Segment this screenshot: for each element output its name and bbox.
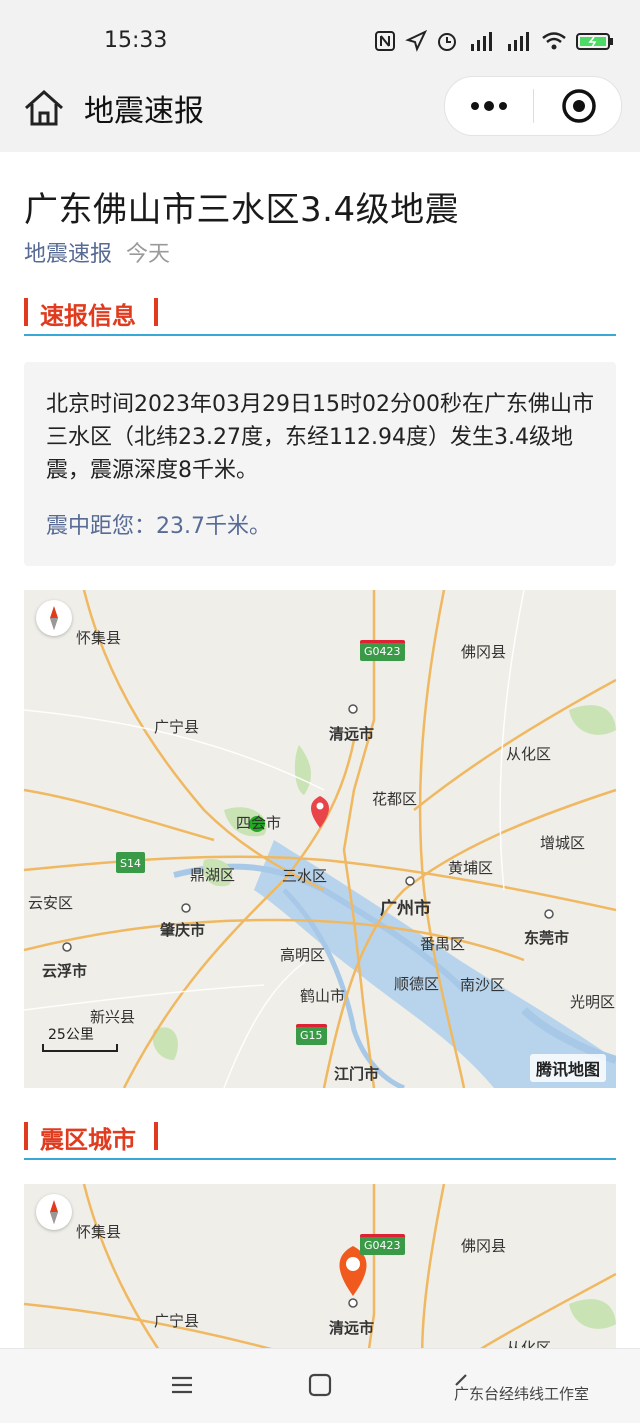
map-label-shunde: 顺德区 [394,975,440,993]
section-cities-header: 震区城市 [24,1122,616,1160]
menu-icon[interactable] [170,1373,194,1397]
home-icon[interactable] [22,86,66,130]
map2-highway-g0423: G0423 [360,1234,405,1255]
map-label-sihui: 四会市 [236,814,282,832]
signal-icon [467,30,495,52]
map-label-panyu: 番禺区 [420,935,466,953]
map-label-jiangmen: 江门市 [334,1065,380,1083]
status-icons [374,29,614,52]
square-home-icon[interactable] [308,1373,332,1397]
wifi-icon [541,30,567,52]
highway-g0423: G0423 [360,640,405,661]
section-bar-left [24,298,28,326]
article-title: 广东佛山市三水区3.4级地震 [24,190,460,230]
battery-icon [576,30,614,52]
cities-map[interactable]: 怀集县 G0423 佛冈县 广宁县 清远市 从化区 [24,1184,616,1348]
alarm-icon [436,30,458,52]
map-label-xinxing: 新兴县 [90,1008,136,1026]
status-bar: 15:33 [0,0,640,80]
watermark-text: 广东台经纬线工作室 [454,1385,590,1403]
info-distance: 震中距您：23.7千米。 [46,514,271,539]
map-label-qingyuan: 清远市 [329,725,375,743]
map-label-guangzhou: 广州市 [380,899,431,919]
map2-label-huaiji: 怀集县 [76,1223,122,1241]
signal-icon-2 [504,30,532,52]
close-miniprogram-icon[interactable] [561,88,597,124]
capsule-divider [533,89,534,123]
miniprogram-capsule [444,76,622,136]
map-label-gaoming: 高明区 [280,946,326,964]
map-label-zhaoqing: 肇庆市 [160,921,206,939]
nav-title: 地震速报 [84,94,204,129]
section-bar-right-2 [154,1122,158,1150]
map-label-sanshui: 三水区 [282,867,328,885]
map-label-guangming: 光明区 [570,993,616,1011]
epicenter-map[interactable]: 怀集县 G0423 佛冈县 广宁县 清远市 从化区 花都区 四会市 增城区 S1… [24,590,616,1088]
section-bar-right [154,298,158,326]
map2-roads [24,1184,616,1348]
article-source[interactable]: 地震速报 [24,242,112,267]
nfc-icon [374,30,396,52]
article-date: 今天 [126,242,171,267]
map2-label-qingyuan: 清远市 [329,1319,375,1337]
section-info-header: 速报信息 [24,298,616,336]
nav-bar: 地震速报 [0,76,640,152]
system-nav-bar: 广东台经纬线工作室 [0,1348,640,1423]
compass-icon-2[interactable] [36,1194,72,1230]
map2-label-guangning: 广宁县 [154,1312,200,1330]
map-label-yunfu: 云浮市 [42,962,88,980]
section-bar-left-2 [24,1122,28,1150]
map2-label-conghua: 从化区 [506,1339,552,1348]
map2-label-fogang: 佛冈县 [461,1237,507,1255]
map-label-huadu: 花都区 [372,790,418,808]
more-icon[interactable] [467,95,511,117]
map-label-nansha: 南沙区 [460,976,506,994]
map-label-dinghu: 鼎湖区 [190,866,236,884]
map-scale-label: 25公里 [48,1027,94,1043]
location-icon [405,29,428,52]
compass-icon[interactable] [36,600,72,636]
map-label-huaiji: 怀集县 [76,629,122,647]
highway-s14: S14 [116,852,145,873]
section-info-title: 速报信息 [40,302,136,330]
map-label-dongguan: 东莞市 [524,929,570,947]
map-scale-bar [42,1044,118,1052]
highway-g15: G15 [296,1024,327,1045]
map-label-heshan: 鹤山市 [300,987,346,1005]
status-time: 15:33 [104,28,168,53]
section-cities-title: 震区城市 [40,1126,136,1154]
map-label-conghua: 从化区 [506,745,552,763]
tencent-map-logo: 腾讯地图 [529,1054,606,1082]
map-label-guangning: 广宁县 [154,718,200,736]
map-label-fogang: 佛冈县 [461,643,507,661]
article-meta: 地震速报 今天 [24,236,170,268]
map-label-yunan: 云安区 [28,894,74,912]
info-box: 北京时间2023年03月29日15时02分00秒在广东佛山市三水区（北纬23.2… [24,362,616,566]
article-content: 广东佛山市三水区3.4级地震 地震速报 今天 速报信息 北京时间2023年03月2… [0,152,640,1348]
map-label-huangpu: 黄埔区 [448,859,494,877]
map-label-zengcheng: 增城区 [540,834,586,852]
info-description: 北京时间2023年03月29日15时02分00秒在广东佛山市三水区（北纬23.2… [46,392,594,483]
